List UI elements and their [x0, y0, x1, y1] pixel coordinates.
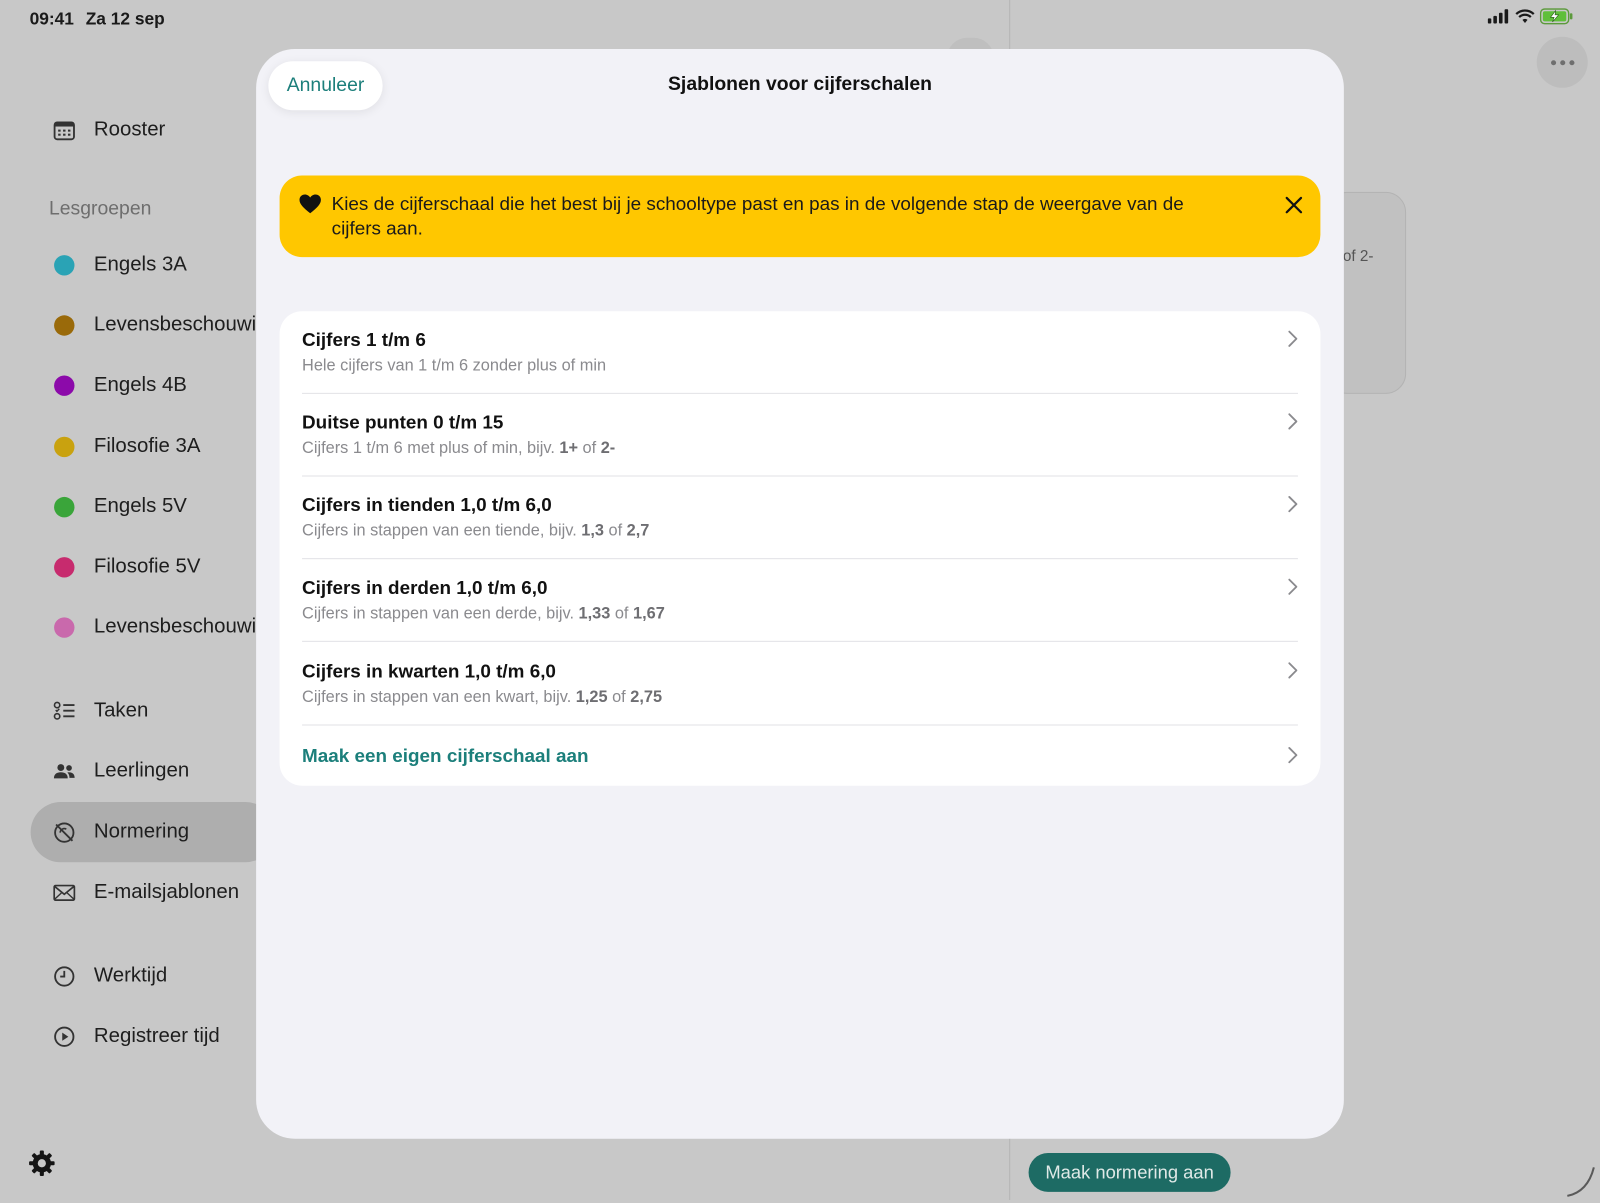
- group-color-dot: [53, 254, 75, 276]
- status-date: Za 12 sep: [85, 9, 165, 29]
- corner-curve-icon: [1561, 1161, 1598, 1198]
- group-color-dot: [53, 556, 75, 578]
- people-icon: [53, 760, 75, 782]
- banner-text: Kies de cijferschaal die het best bij je…: [331, 192, 1184, 239]
- chevron-right-icon: [1288, 747, 1298, 764]
- sidebar-group-item[interactable]: Engels 5V: [53, 495, 187, 518]
- play-circle-icon: [53, 1025, 75, 1047]
- option-description: Cijfers in stappen van een tiende, bijv.…: [302, 522, 650, 540]
- row-separator: [302, 640, 1298, 642]
- sidebar-group-item[interactable]: Filosofie 3A: [53, 434, 201, 458]
- list-item[interactable]: Cijfers in tienden 1,0 t/m 6,0 Cijfers i…: [280, 477, 1321, 560]
- option-title: Cijfers in derden 1,0 t/m 6,0: [302, 576, 548, 598]
- chevron-right-icon: [1288, 662, 1298, 679]
- option-title: Cijfers 1 t/m 6: [302, 328, 426, 350]
- sidebar-item-label: Levensbeschouwing: [93, 615, 279, 638]
- templates-sheet: Annuleer Sjablonen voor cijferschalen Ki…: [256, 48, 1344, 1139]
- group-color-dot: [53, 374, 75, 396]
- list-item[interactable]: Duitse punten 0 t/m 15 Cijfers 1 t/m 6 m…: [280, 394, 1321, 477]
- group-color-dot: [53, 435, 75, 457]
- sidebar-item-label: Normering: [93, 820, 190, 843]
- option-title: Duitse punten 0 t/m 15: [302, 411, 504, 433]
- group-color-dot: [53, 616, 75, 638]
- group-color-dot: [53, 314, 75, 336]
- wifi-icon: [1515, 8, 1535, 28]
- settings-gear-icon[interactable]: [28, 1149, 57, 1178]
- ellipsis-dot: [1559, 59, 1565, 65]
- ellipsis-dot: [1568, 59, 1574, 65]
- sidebar-item-normering[interactable]: Normering: [53, 820, 189, 843]
- sidebar-item-label: Engels 3A: [93, 253, 187, 276]
- chevron-right-icon: [1288, 496, 1298, 513]
- ellipsis-dot: [1550, 59, 1556, 65]
- list-item[interactable]: Cijfers 1 t/m 6 Hele cijfers van 1 t/m 6…: [280, 311, 1321, 394]
- section-title-lesgroepen: Lesgroepen: [48, 197, 152, 220]
- sidebar-item-emailsjablonen[interactable]: E-mailsjablonen: [53, 881, 239, 904]
- sidebar-group-item[interactable]: Engels 4B: [53, 373, 187, 396]
- sidebar-item-label: E-mailsjablonen: [93, 880, 240, 904]
- sidebar-item-label: Engels 4B: [93, 373, 187, 396]
- scale-templates-list: Cijfers 1 t/m 6 Hele cijfers van 1 t/m 6…: [279, 311, 1321, 786]
- option-description: Cijfers 1 t/m 6 met plus of min, bijv. 1…: [302, 439, 616, 458]
- sidebar-item-label: Levensbeschouwing: [93, 313, 279, 336]
- chevron-right-icon: [1288, 413, 1298, 430]
- chevron-right-icon: [1288, 578, 1298, 595]
- close-icon[interactable]: [1284, 195, 1304, 215]
- sheet-title: Sjablonen voor cijferschalen: [667, 73, 932, 95]
- sidebar-item-taken[interactable]: Taken: [53, 699, 148, 722]
- sidebar-item-label: Registreer tijd: [93, 1024, 220, 1047]
- sidebar-item-label: Filosofie 3A: [93, 434, 201, 458]
- heart-icon: [299, 194, 321, 214]
- option-description: Hele cijfers van 1 t/m 6 zonder plus of …: [302, 357, 607, 375]
- sidebar-item-label: Engels 5V: [93, 494, 187, 518]
- create-custom-scale-row[interactable]: Maak een eigen cijferschaal aan: [280, 726, 1321, 786]
- option-title: Cijfers in tienden 1,0 t/m 6,0: [302, 493, 552, 516]
- sidebar-group-item[interactable]: Engels 3A: [53, 253, 187, 276]
- background-card-text: of 2-: [1342, 247, 1374, 266]
- sidebar-item-label: Werktijd: [93, 964, 168, 987]
- sidebar-item-label: Rooster: [93, 118, 166, 141]
- cellular-signal-icon: [1487, 8, 1510, 28]
- chevron-right-icon: [1288, 330, 1298, 347]
- more-options-button[interactable]: [1536, 36, 1588, 88]
- sidebar-item-label: Filosofie 5V: [93, 555, 201, 578]
- group-color-dot: [53, 495, 75, 517]
- sidebar-item-label: Leerlingen: [93, 759, 190, 782]
- option-description: Cijfers in stappen van een derde, bijv. …: [302, 605, 665, 623]
- sidebar-item-registreer-tijd[interactable]: Registreer tijd: [53, 1024, 220, 1047]
- list-item[interactable]: Cijfers in kwarten 1,0 t/m 6,0 Cijfers i…: [280, 643, 1321, 726]
- option-description: Cijfers in stappen van een kwart, bijv. …: [302, 688, 663, 707]
- status-time: 09:41: [29, 9, 74, 29]
- sidebar-group-item[interactable]: Levensbeschouwing: [53, 313, 279, 336]
- maak-normering-aan-button[interactable]: Maak normering aan: [1028, 1153, 1231, 1192]
- status-icons: [1487, 7, 1574, 29]
- clock-icon: [53, 965, 75, 987]
- checklist-icon: [53, 699, 75, 721]
- gauge-icon: [53, 821, 75, 843]
- create-custom-scale-link[interactable]: Maak een eigen cijferschaal aan: [302, 745, 588, 767]
- battery-charging-icon: [1539, 7, 1574, 29]
- info-banner: Kies de cijferschaal die het best bij je…: [279, 175, 1321, 258]
- list-item[interactable]: Cijfers in derden 1,0 t/m 6,0 Cijfers in…: [280, 559, 1321, 642]
- calendar-icon: [53, 119, 75, 141]
- sidebar-group-item[interactable]: Filosofie 5V: [53, 555, 201, 578]
- sidebar-item-label: Taken: [93, 698, 149, 722]
- sidebar-item-rooster[interactable]: Rooster: [53, 118, 165, 141]
- sidebar-item-leerlingen[interactable]: Leerlingen: [53, 759, 189, 782]
- envelope-icon: [53, 881, 76, 903]
- option-title: Cijfers in kwarten 1,0 t/m 6,0: [302, 660, 556, 682]
- sidebar-item-werktijd[interactable]: Werktijd: [53, 964, 167, 987]
- sidebar-group-item[interactable]: Levensbeschouwing: [53, 615, 279, 638]
